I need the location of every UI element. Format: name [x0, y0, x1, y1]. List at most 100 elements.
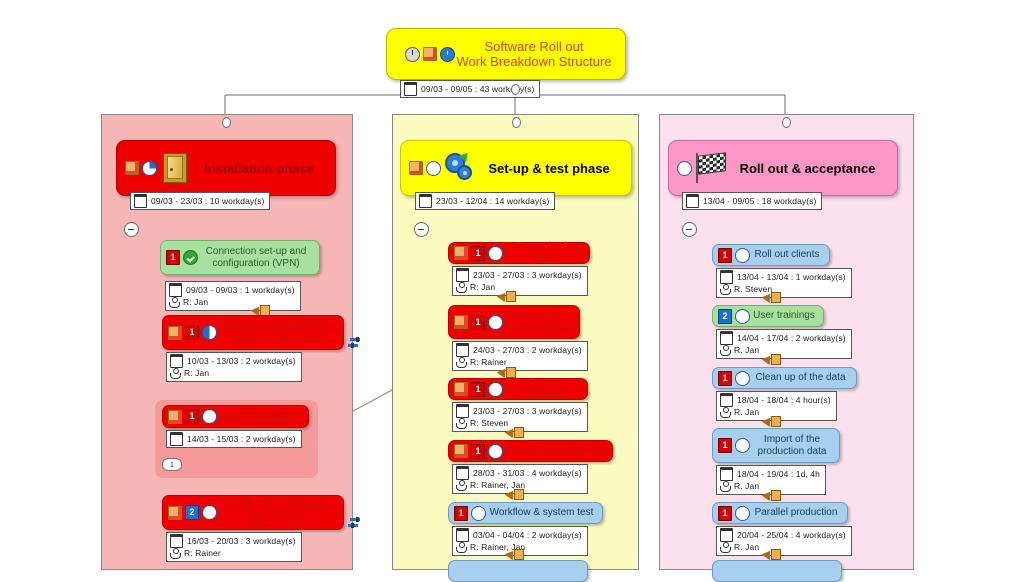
person-icon	[720, 541, 731, 553]
task-infobox-configuration-backup: 16/03 - 20/03 : 3 workday(s) R: Rainer	[166, 532, 302, 562]
task-badges: 2	[168, 505, 217, 520]
root-node-dot[interactable]	[511, 84, 520, 95]
collapsed-children-count[interactable]: 1	[162, 458, 182, 471]
phase-node-rollout[interactable]: Roll out & acceptance	[668, 140, 898, 196]
person-icon	[170, 367, 181, 379]
task-node-create-basic-data[interactable]: 1 Create basic data	[448, 241, 590, 264]
task-badges: 1	[454, 245, 503, 261]
note-icon	[454, 444, 468, 458]
task-label: Workflow & system test	[489, 507, 594, 518]
phase-icon-group-rollout	[677, 160, 692, 176]
task-node-setup-user-administration[interactable]: 1 Set up user administration	[448, 305, 580, 339]
root-node[interactable]: Software Roll out Work Breakdown Structu…	[386, 28, 626, 80]
calendar-icon	[720, 528, 733, 542]
task-label: Set up interfaces	[520, 377, 565, 400]
task-node-user-trainings[interactable]: 2 User trainings	[712, 305, 824, 327]
phase-node-setup-test[interactable]: Set-up & test phase	[400, 140, 632, 196]
task-resource: R. Jan	[734, 407, 760, 417]
phase-dates-setup-test: 23/03 - 12/04 : 14 workday(s)	[436, 196, 550, 206]
task-link-icon[interactable]	[348, 337, 362, 349]
phase-dot-setup-test[interactable]	[512, 117, 521, 128]
task-resource: R. Jan	[734, 345, 760, 355]
task-badges: 1	[454, 505, 486, 521]
progress-circle-icon	[488, 314, 503, 330]
task-node-import-production-data[interactable]: 1 Import of the production data	[712, 428, 840, 463]
task-dates: 13/04 - 13/04 : 1 workday(s)	[737, 272, 846, 282]
calendar-icon	[170, 354, 183, 368]
task-label: Customizing workflow	[506, 445, 604, 456]
task-node-setup-interfaces[interactable]: 1 Set up interfaces	[448, 377, 588, 400]
task-node-next-partial-rollout[interactable]	[712, 560, 842, 582]
task-node-basic-installation[interactable]: 1 Basic installation	[162, 405, 309, 428]
dependency-icon	[504, 547, 524, 561]
calendar-icon	[134, 194, 147, 208]
check-icon	[183, 250, 198, 265]
task-infobox-basic-installation: 14/03 - 15/03 : 2 workday(s)	[166, 430, 302, 448]
task-badges: 1	[718, 505, 750, 521]
task-node-workflow-system-test[interactable]: 1 Workflow & system test	[448, 502, 603, 524]
phase-icon-group-setup-test	[409, 160, 441, 176]
task-badges: 1	[718, 247, 750, 263]
task-node-configuration-backup[interactable]: 2 Configuration, backup & maintenance	[162, 495, 344, 530]
task-node-customizing-workflow[interactable]: 1 Customizing workflow	[448, 440, 613, 462]
person-icon	[720, 480, 731, 492]
task-infobox-connection-setup: 09/03 - 09/03 : 1 workday(s) R: Jan	[165, 281, 301, 311]
calendar-icon	[720, 270, 733, 284]
note-icon	[409, 161, 423, 175]
note-icon	[454, 315, 468, 329]
progress-circle-icon	[471, 505, 486, 521]
task-badges: 1	[718, 370, 750, 386]
door-icon	[159, 153, 191, 183]
task-dates: 03/04 - 04/04 : 2 workday(s)	[473, 530, 582, 540]
calendar-icon	[686, 194, 699, 208]
task-label: Parallel production	[754, 507, 838, 518]
task-node-parallel-production[interactable]: 1 Parallel production	[712, 502, 848, 524]
calendar-icon	[456, 466, 469, 480]
priority-badge: 1	[471, 443, 485, 459]
phase-infobox-setup-test: 23/03 - 12/04 : 14 workday(s)	[415, 192, 556, 210]
phase-dot-rollout[interactable]	[782, 117, 791, 128]
collapse-button-setup-test[interactable]	[414, 222, 429, 237]
progress-pie-icon	[142, 160, 157, 176]
priority-badge: 1	[454, 505, 468, 521]
task-resource: R: Rainer	[184, 548, 221, 558]
root-title: Software Roll out Work Breakdown Structu…	[455, 39, 625, 69]
task-node-next-partial[interactable]	[448, 560, 588, 582]
progress-circle-icon	[202, 409, 217, 424]
person-icon	[170, 547, 181, 559]
task-node-roll-out-clients[interactable]: 1 Roll out clients	[712, 244, 830, 266]
task-dates: 23/03 - 27/03 : 3 workday(s)	[473, 406, 582, 416]
phase-title-installation: Installation phase	[204, 160, 314, 176]
task-infobox-roll-out-clients: 13/04 - 13/04 : 1 workday(s) R. Steven	[716, 268, 852, 298]
collapse-button-rollout[interactable]	[682, 222, 697, 237]
dependency-icon	[761, 290, 781, 304]
task-dates: 14/03 - 15/03 : 2 workday(s)	[187, 434, 296, 444]
task-label: User trainings	[753, 310, 815, 321]
priority-badge: 1	[471, 381, 485, 397]
phase-dot-installation[interactable]	[222, 117, 231, 128]
calendar-icon	[170, 534, 183, 548]
checkered-flag-icon	[694, 152, 726, 183]
phase-title-setup-test: Set-up & test phase	[488, 160, 610, 176]
task-dates: 14/04 - 17/04 : 2 workday(s)	[737, 333, 846, 343]
phase-infobox-installation: 09/03 - 23/03 : 10 workday(s)	[130, 192, 271, 210]
note-icon	[423, 46, 437, 61]
task-dates: 18/04 - 18/04 : 4 hour(s)	[737, 395, 831, 405]
task-resource: R: Jan	[184, 368, 210, 378]
task-infobox-setup-user-administration: 24/03 - 27/03 : 2 workday(s) R: Rainer	[452, 341, 588, 371]
priority-badge: 1	[718, 505, 732, 521]
collapse-button-installation[interactable]	[124, 222, 139, 237]
calendar-icon	[720, 331, 733, 345]
phase-node-installation[interactable]: Installation phase	[116, 140, 336, 196]
task-label: Import of the production data	[757, 433, 827, 457]
progress-circle-icon	[202, 505, 217, 520]
task-node-clean-up-data[interactable]: 1 Clean up of the data	[712, 367, 857, 389]
task-dates: 09/03 - 09/03 : 1 workday(s)	[186, 285, 295, 295]
person-icon	[456, 356, 467, 368]
task-link-icon[interactable]	[348, 517, 362, 529]
task-node-connection-setup[interactable]: 1 Connection set-up and configuration (V…	[160, 240, 320, 275]
progress-circle-icon	[488, 443, 503, 459]
person-icon	[720, 283, 731, 295]
dependency-icon	[496, 289, 516, 303]
task-node-delivery-configuration[interactable]: 1 Delivery & configuration system enviro…	[162, 315, 344, 350]
